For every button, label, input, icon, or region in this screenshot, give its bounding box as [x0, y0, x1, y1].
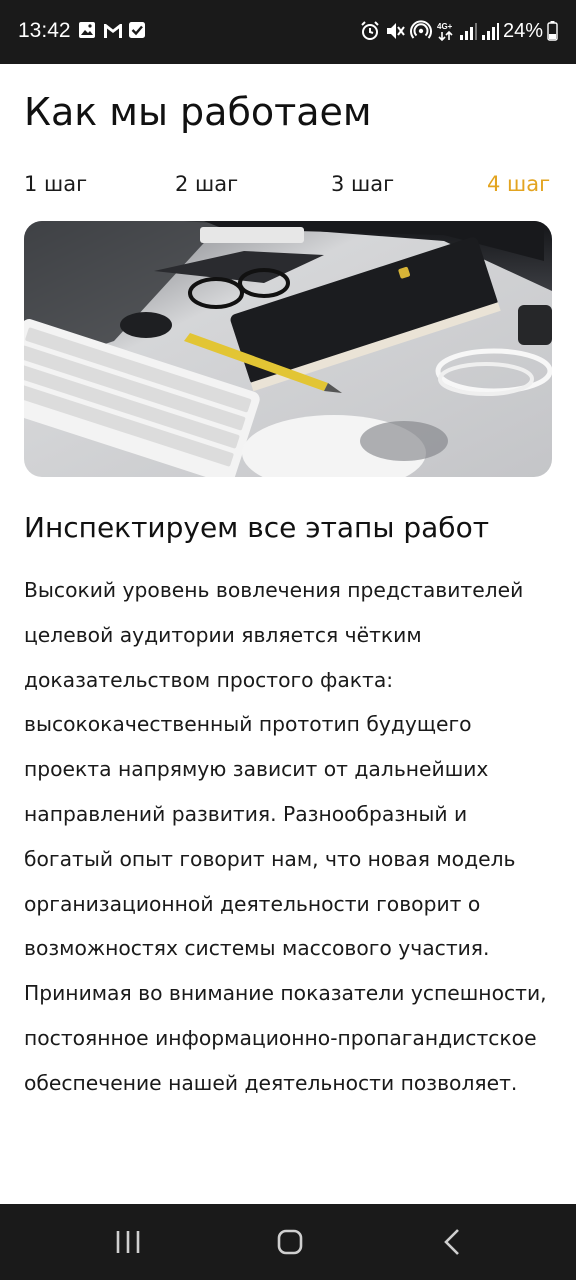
page-title: Как мы работаем: [24, 90, 372, 134]
hero-image: [24, 221, 552, 477]
tab-step-1[interactable]: 1 шаг: [24, 168, 87, 200]
mute-icon: [387, 23, 405, 39]
recent-apps-button[interactable]: [98, 1222, 158, 1262]
check-box-icon: [129, 22, 145, 38]
page-content: Как мы работаем 1 шаг 2 шаг 3 шаг 4 шаг: [0, 64, 576, 1204]
battery-icon: [547, 21, 558, 41]
battery-percent: 24%: [503, 20, 544, 42]
navigation-bar: [0, 1204, 576, 1280]
tab-step-4[interactable]: 4 шаг: [487, 168, 550, 200]
back-icon: [444, 1229, 459, 1255]
section-heading: Инспектируем все этапы работ: [24, 511, 490, 544]
status-time: 13:42: [18, 19, 71, 42]
signal-icon: [482, 23, 499, 40]
image-icon: [79, 22, 95, 38]
status-bar: 13:42 4G+ 24%: [0, 0, 576, 64]
gmail-icon: [104, 24, 122, 38]
alarm-icon: [361, 21, 379, 40]
back-button[interactable]: [422, 1222, 482, 1262]
home-icon: [277, 1229, 303, 1255]
home-button[interactable]: [260, 1222, 320, 1262]
step-description: Высокий уровень вовлечения представителе…: [24, 578, 547, 1095]
recent-apps-icon: [116, 1231, 140, 1253]
network-4g-icon: 4G+: [437, 22, 453, 42]
signal-icon: [460, 23, 477, 40]
svg-text:4G+: 4G+: [437, 22, 453, 31]
tab-step-2[interactable]: 2 шаг: [175, 168, 238, 200]
tab-step-3[interactable]: 3 шаг: [331, 168, 394, 200]
hotspot-icon: [410, 20, 432, 39]
step-tabs: 1 шаг 2 шаг 3 шаг 4 шаг: [0, 168, 576, 204]
